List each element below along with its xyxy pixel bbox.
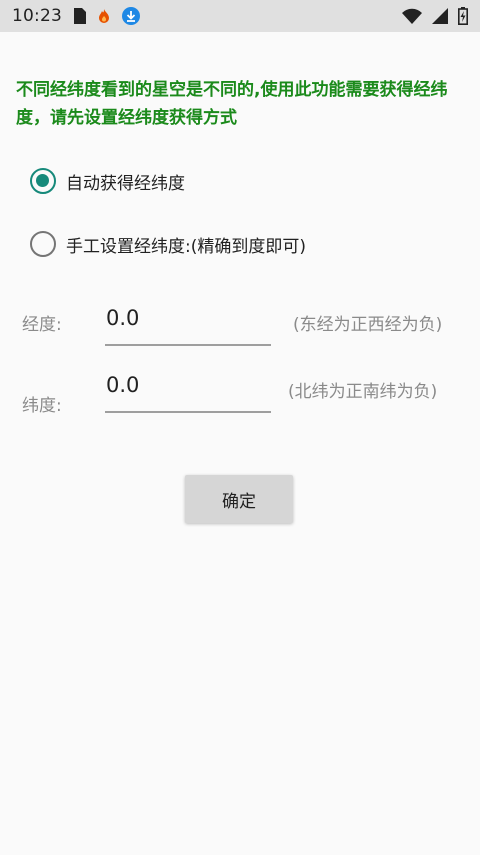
option-auto-label: 自动获得经纬度 — [66, 173, 185, 194]
signal-icon — [432, 8, 448, 24]
status-time: 10:23 — [12, 6, 62, 26]
longitude-row: 经度: (东经为正西经为负) — [0, 298, 480, 346]
option-manual-label: 手工设置经纬度:(精确到度即可) — [66, 236, 306, 257]
option-auto-coordinates[interactable]: 自动获得经纬度 — [30, 168, 185, 194]
longitude-hint: (东经为正西经为负) — [293, 315, 443, 335]
notice-text: 不同经纬度看到的星空是不同的,使用此功能需要获得经纬度，请先设置经纬度获得方式 — [16, 80, 448, 128]
latitude-label: 纬度: — [22, 396, 62, 416]
status-bar: 10:23 — [0, 0, 480, 32]
latitude-input[interactable] — [105, 365, 271, 413]
radio-button-checked-icon[interactable] — [30, 168, 56, 194]
longitude-label: 经度: — [22, 315, 62, 335]
download-icon — [122, 7, 140, 25]
latitude-row: 纬度: (北纬为正南纬为负) — [0, 365, 480, 416]
longitude-input[interactable] — [105, 298, 271, 346]
confirm-button[interactable]: 确定 — [185, 475, 293, 523]
status-left: 10:23 — [12, 6, 140, 26]
radio-button-unchecked-icon[interactable] — [30, 231, 56, 257]
latitude-hint: (北纬为正南纬为负) — [288, 382, 438, 402]
option-manual-coordinates[interactable]: 手工设置经纬度:(精确到度即可) — [30, 231, 306, 257]
status-right — [402, 7, 468, 25]
flame-icon — [98, 9, 110, 23]
battery-charging-icon — [458, 7, 468, 25]
sim-card-icon — [74, 8, 86, 24]
wifi-icon — [402, 8, 422, 24]
main-content: 不同经纬度看到的星空是不同的,使用此功能需要获得经纬度，请先设置经纬度获得方式 … — [0, 32, 480, 855]
